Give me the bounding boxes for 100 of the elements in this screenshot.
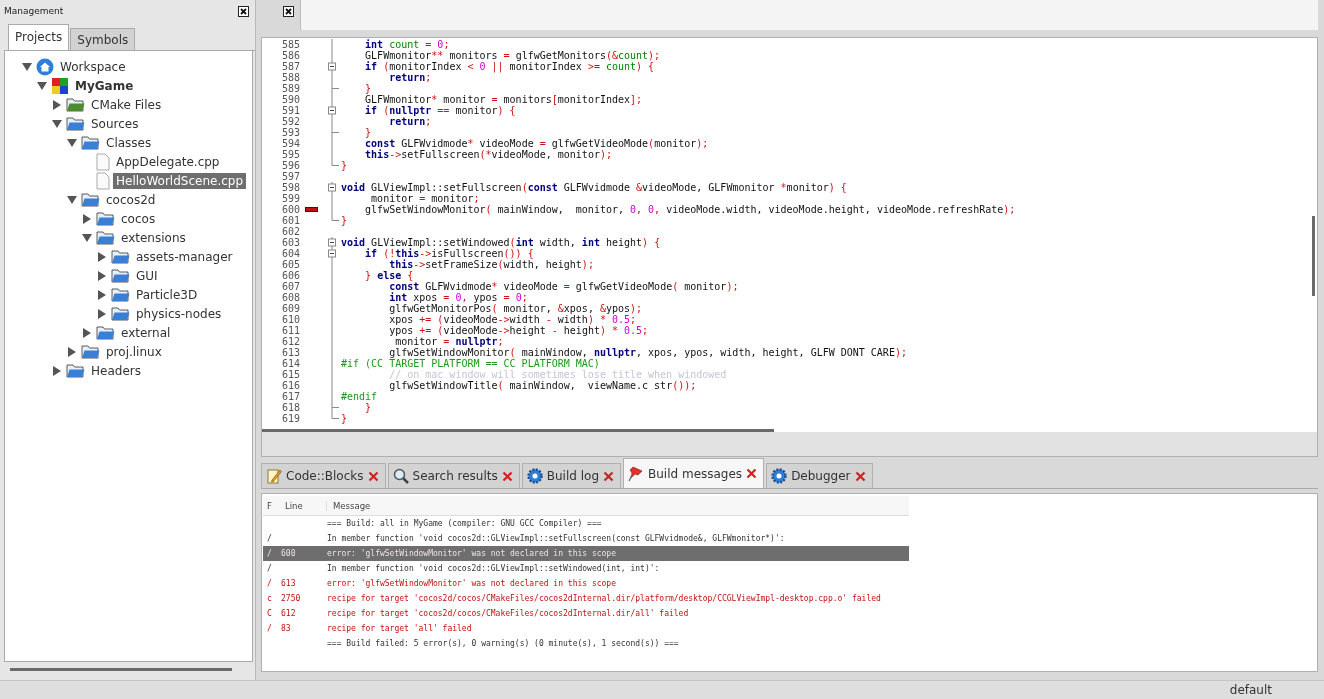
fold-toggle-icon[interactable]	[328, 237, 336, 248]
message-row[interactable]: === Build failed: 5 error(s), 0 warning(s) (0 minute(s), 1 second(s)) ===	[263, 636, 909, 651]
code-line: monitor = monitor;	[370, 193, 480, 204]
close-icon[interactable]	[238, 5, 249, 17]
scrollbar-thumb[interactable]	[262, 429, 774, 432]
tree-item[interactable]: MyGame	[72, 77, 137, 94]
column-header[interactable]: F	[263, 500, 279, 511]
expand-arrow-icon[interactable]	[96, 251, 108, 262]
code-line: } else {	[364, 270, 414, 281]
expand-arrow-icon[interactable]	[96, 308, 108, 319]
code-line: }	[364, 83, 372, 94]
tree-item[interactable]: GUI	[133, 267, 161, 284]
folder-icon	[81, 135, 100, 150]
code-line: void GLViewImpl::setWindowed(int width, int height) {	[340, 237, 661, 248]
fold-toggle-icon[interactable]	[328, 105, 336, 116]
panel-tab[interactable]: Build log	[521, 463, 621, 488]
message-row[interactable]: / 83 recipe for target 'all' failed	[263, 621, 909, 636]
collapse-arrow-icon[interactable]	[36, 80, 48, 91]
folder-icon	[66, 116, 85, 131]
table-cell: /	[267, 534, 272, 543]
message-row[interactable]: / In member function 'void cocos2d::GLViewImpl::setFullscreen(const GLFWvidmode&, GLFWmonitor*)':	[263, 531, 909, 546]
tree-item[interactable]: assets-manager	[133, 248, 236, 265]
message-row[interactable]: / In member function 'void cocos2d::GLViewImpl::setWindowed(int, int)':	[263, 561, 909, 576]
table-cell: === Build failed: 5 error(s), 0 warning(s) (0 minute(s), 1 second(s)) ===	[327, 639, 679, 648]
line-number: 616	[280, 380, 301, 391]
fold-toggle-icon[interactable]	[328, 182, 336, 193]
code-line: int count = 0;	[364, 39, 450, 50]
panel-tab[interactable]: Projects	[8, 24, 70, 50]
line-number: 606	[280, 270, 301, 281]
table-cell: error: 'glfwSetWindowMonitor' was not declared in this scope	[327, 579, 616, 588]
message-row[interactable]: C 612 recipe for target 'cocos2d/cocos/CMakeFiles/cocos2dInternal.dir/all' failed	[263, 606, 909, 621]
code-line: ypos += (videoMode->height - height) * 0.5;	[388, 325, 649, 336]
panel-tab[interactable]: Search results	[387, 463, 520, 488]
line-number: 588	[280, 72, 301, 83]
code-editor[interactable]	[261, 37, 1318, 457]
tree-item[interactable]: Particle3D	[133, 286, 201, 303]
table-cell: 612	[281, 609, 296, 618]
code-line: glfwSetWindowMonitor( mainWindow, monitor, 0, 0, videoMode.width, videoMode.height, videoMode.refreshRate);	[364, 204, 1016, 215]
expand-arrow-icon[interactable]	[96, 289, 108, 300]
fold-toggle-icon[interactable]	[328, 61, 336, 72]
column-header[interactable]: Line	[279, 500, 327, 511]
line-number: 603	[280, 237, 301, 248]
message-row[interactable]: c 2750 recipe for target 'cocos2d/cocos/CMakeFiles/cocos2dInternal.dir/platform/desktop/CCGLViewImpl-desktop.cpp.o' failed	[263, 591, 909, 606]
line-number: 597	[280, 171, 301, 182]
code-line: return;	[388, 72, 432, 83]
close-icon[interactable]	[283, 6, 294, 17]
line-number: 619	[280, 413, 301, 424]
code-line: GLFWmonitor** monitors = glfwGetMonitors(&count);	[364, 50, 661, 61]
tree-item[interactable]: cocos	[118, 210, 159, 227]
tree-item[interactable]: Workspace	[57, 58, 129, 75]
expand-arrow-icon[interactable]	[51, 365, 63, 376]
tree-item[interactable]: cocos2d	[103, 191, 159, 208]
column-header[interactable]: Message	[327, 500, 909, 511]
collapse-arrow-icon[interactable]	[81, 232, 93, 243]
line-number: 598	[280, 182, 301, 193]
expand-arrow-icon[interactable]	[81, 213, 93, 224]
line-number: 589	[280, 83, 301, 94]
collapse-arrow-icon[interactable]	[21, 61, 33, 72]
tree-item[interactable]: HelloWorldScene.cpp	[113, 172, 247, 189]
table-cell: /	[267, 549, 272, 558]
collapse-arrow-icon[interactable]	[66, 137, 78, 148]
scrollbar-thumb[interactable]	[10, 667, 232, 671]
line-number: 607	[280, 281, 301, 292]
line-number: 591	[280, 105, 301, 116]
panel-tab[interactable]: Debugger	[766, 463, 873, 488]
line-number: 602	[280, 226, 301, 237]
table-cell: recipe for target 'all' failed	[327, 624, 472, 633]
tree-item[interactable]: Classes	[103, 134, 155, 151]
tree-item[interactable]: proj.linux	[103, 343, 165, 360]
panel-tab[interactable]: Symbols	[70, 28, 136, 50]
panel-tab[interactable]: Build messages	[623, 458, 765, 488]
tree-item[interactable]: physics-nodes	[133, 305, 225, 322]
line-number: 609	[280, 303, 301, 314]
expand-arrow-icon[interactable]	[96, 270, 108, 281]
message-row[interactable]: / 600 error: 'glfwSetWindowMonitor' was not declared in this scope	[263, 546, 909, 561]
tree-item[interactable]: AppDelegate.cpp	[113, 153, 223, 170]
tree-item[interactable]: Sources	[88, 115, 142, 132]
folder-icon	[66, 363, 85, 378]
line-number: 601	[280, 215, 301, 226]
expand-arrow-icon[interactable]	[51, 99, 63, 110]
tree-item[interactable]: Headers	[88, 362, 144, 379]
scrollbar-thumb[interactable]	[1312, 216, 1315, 296]
collapse-arrow-icon[interactable]	[66, 194, 78, 205]
line-number: 592	[280, 116, 301, 127]
collapse-arrow-icon[interactable]	[51, 118, 63, 129]
code-line: monitor = nullptr;	[395, 336, 504, 347]
line-number: 590	[280, 94, 301, 105]
code-line: glfwGetMonitorPos( monitor, &xpos, &ypos);	[388, 303, 643, 314]
expand-arrow-icon[interactable]	[81, 327, 93, 338]
fold-toggle-icon[interactable]	[328, 248, 336, 259]
expand-arrow-icon[interactable]	[66, 346, 78, 357]
message-row[interactable]: / 613 error: 'glfwSetWindowMonitor' was not declared in this scope	[263, 576, 909, 591]
tree-item[interactable]: external	[118, 324, 174, 341]
tree-item[interactable]: extensions	[118, 229, 189, 246]
panel-tab[interactable]: Code::Blocks	[261, 463, 386, 488]
tree-item[interactable]: CMake Files	[88, 96, 165, 113]
code-line: }	[364, 402, 372, 413]
file-icon	[96, 171, 110, 190]
table-cell: c	[267, 594, 272, 603]
message-row[interactable]: === Build: all in MyGame (compiler: GNU GCC Compiler) ===	[263, 516, 909, 531]
